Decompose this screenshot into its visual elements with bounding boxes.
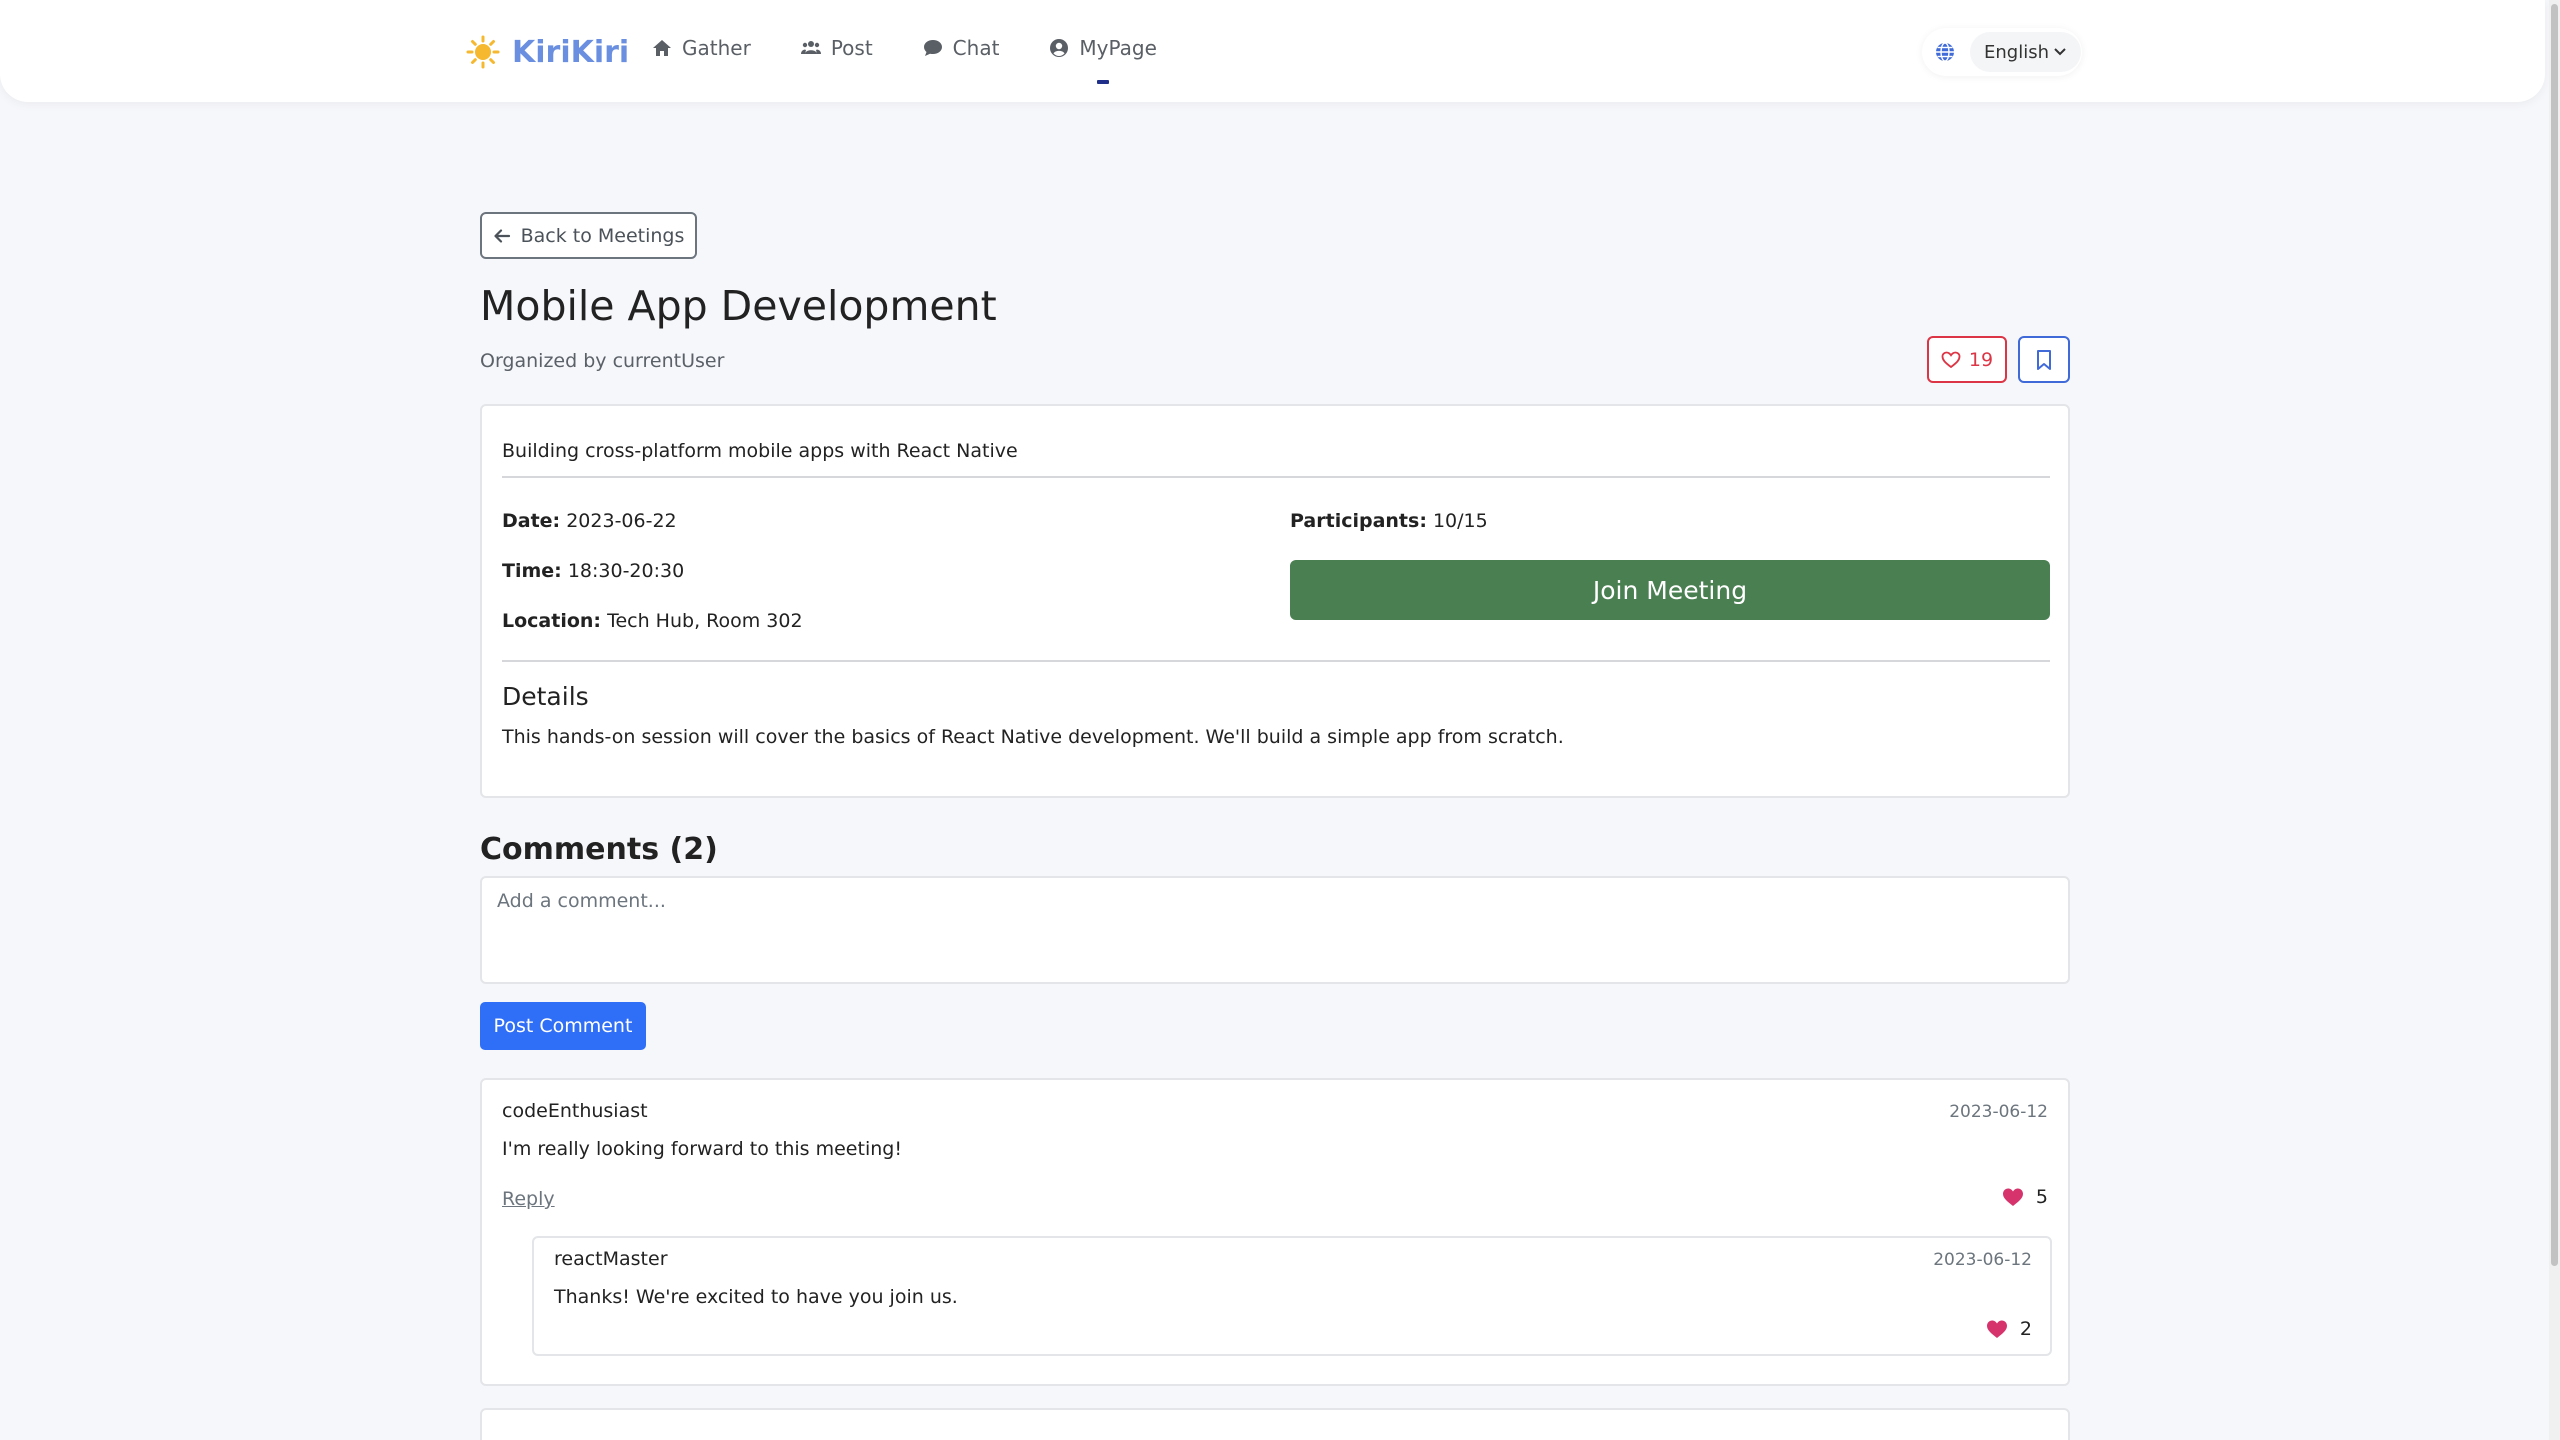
time-value: 18:30-20:30: [567, 560, 685, 582]
participants-value: 10/15: [1432, 510, 1488, 532]
organizer-text: Organized by currentUser: [480, 350, 725, 372]
comment-input[interactable]: Add a comment...: [480, 876, 2070, 984]
main-nav: Gather Post Chat MyPage: [652, 36, 1157, 84]
language-switcher: English: [1922, 28, 2082, 76]
active-indicator: [1097, 80, 1110, 84]
divider: [502, 660, 2050, 662]
reply-text: Thanks! We're excited to have you join u…: [554, 1286, 958, 1308]
sun-icon: [466, 35, 500, 69]
nav-item-label: MyPage: [1079, 36, 1157, 60]
nav-item-label: Chat: [952, 36, 1000, 60]
meeting-time: Time: 18:30-20:30: [502, 560, 684, 582]
reply-item: reactMaster 2023-06-12 Thanks! We're exc…: [532, 1236, 2052, 1356]
comment-text: I'm really looking forward to this meeti…: [502, 1138, 902, 1160]
user-circle-icon: [1050, 39, 1069, 57]
nav-item-mypage[interactable]: MyPage: [1049, 36, 1157, 84]
details-text: This hands-on session will cover the bas…: [502, 726, 1564, 748]
users-icon: [800, 41, 821, 54]
reply-like-button[interactable]: 2: [1986, 1318, 2032, 1340]
comment-item: [480, 1408, 2070, 1440]
meeting-participants: Participants: 10/15: [1290, 510, 1488, 532]
chat-bubble-icon: [923, 40, 942, 56]
top-navbar: KiriKiri Gather Post Chat MyPage English: [0, 0, 2545, 102]
bookmark-icon: [2037, 349, 2051, 370]
location-value: Tech Hub, Room 302: [607, 610, 803, 632]
bookmark-button[interactable]: [2018, 336, 2070, 383]
nav-item-chat[interactable]: Chat: [923, 36, 1000, 60]
comments-heading: Comments (2): [480, 832, 718, 867]
reply-like-count: 2: [2019, 1318, 2032, 1340]
like-button[interactable]: 19: [1927, 336, 2007, 383]
reply-date: 2023-06-12: [1933, 1250, 2032, 1270]
meeting-location: Location: Tech Hub, Room 302: [502, 610, 803, 632]
heart-icon: [1986, 1320, 2007, 1338]
chevron-down-icon: [2054, 48, 2066, 56]
comment-item: codeEnthusiast 2023-06-12 I'm really loo…: [480, 1078, 2070, 1386]
nav-item-label: Gather: [682, 36, 751, 60]
nav-item-post[interactable]: Post: [800, 36, 873, 60]
reply-author: reactMaster: [554, 1248, 668, 1270]
back-button-label: Back to Meetings: [520, 224, 685, 247]
nav-item-label: Post: [830, 36, 873, 60]
date-value: 2023-06-22: [566, 510, 677, 532]
join-meeting-button[interactable]: Join Meeting: [1290, 560, 2050, 620]
reply-link[interactable]: Reply: [502, 1188, 555, 1210]
back-to-meetings-button[interactable]: Back to Meetings: [480, 212, 697, 259]
nav-item-gather[interactable]: Gather: [652, 36, 751, 60]
time-label: Time:: [502, 560, 562, 582]
comment-date: 2023-06-12: [1949, 1102, 2048, 1122]
details-heading: Details: [502, 682, 589, 711]
post-comment-button[interactable]: Post Comment: [480, 1002, 646, 1050]
heart-icon: [2002, 1188, 2023, 1206]
scrollbar-thumb[interactable]: [2551, 4, 2558, 1266]
page-scrollbar[interactable]: [2549, 0, 2560, 1440]
comment-author: codeEnthusiast: [502, 1100, 648, 1122]
meeting-info-card: Building cross-platform mobile apps with…: [480, 404, 2070, 798]
home-icon: [653, 40, 671, 56]
globe-icon: [1936, 42, 1954, 62]
arrow-left-icon: [493, 228, 510, 243]
language-selected: English: [1984, 41, 2049, 63]
meeting-date: Date: 2023-06-22: [502, 510, 677, 532]
date-label: Date:: [502, 510, 561, 532]
like-count: 19: [1968, 348, 1994, 371]
location-label: Location:: [502, 610, 602, 632]
page-title: Mobile App Development: [480, 282, 997, 330]
comment-like-button[interactable]: 5: [2002, 1186, 2048, 1208]
meeting-description: Building cross-platform mobile apps with…: [502, 440, 1018, 462]
brand-name: KiriKiri: [512, 34, 630, 70]
language-select[interactable]: English: [1970, 32, 2081, 72]
heart-outline-icon: [1941, 351, 1961, 368]
brand-logo[interactable]: KiriKiri: [466, 33, 629, 71]
divider: [502, 476, 2050, 478]
participants-label: Participants:: [1290, 510, 1427, 532]
comment-like-count: 5: [2035, 1186, 2048, 1208]
